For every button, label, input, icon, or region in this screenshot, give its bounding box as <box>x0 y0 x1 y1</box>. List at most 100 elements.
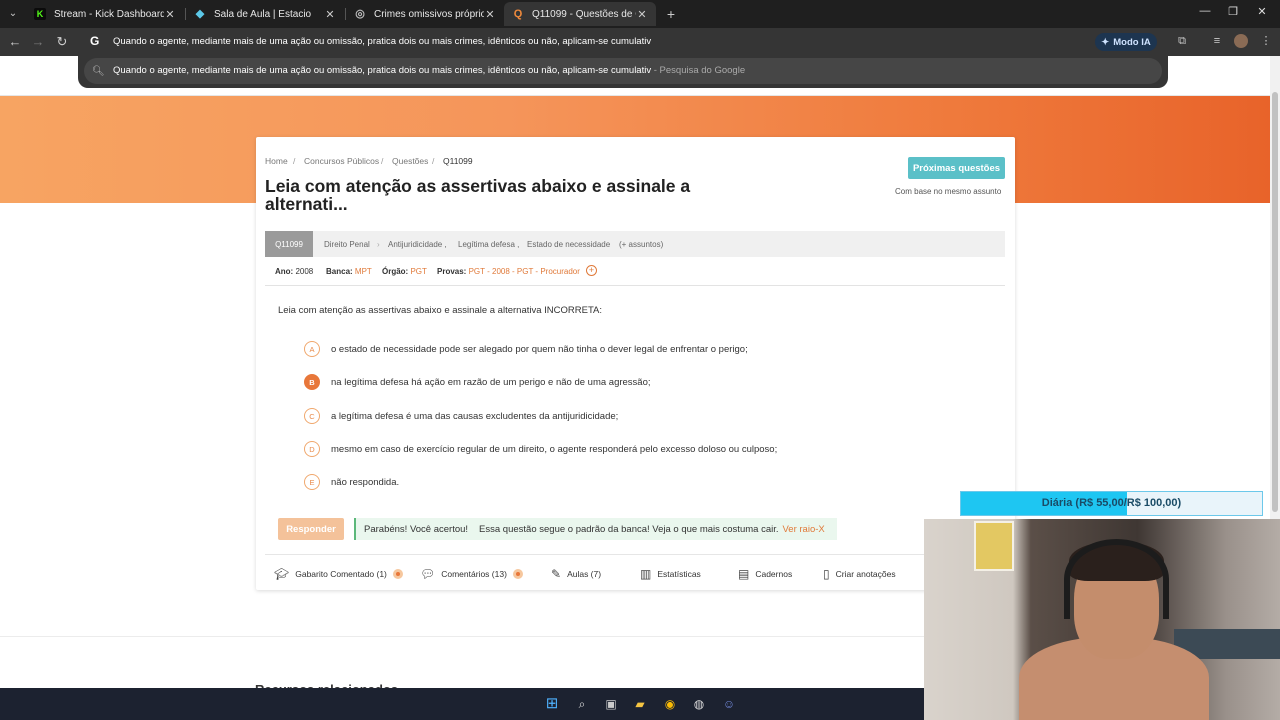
divider <box>265 285 1005 286</box>
raio-x-link[interactable]: Ver raio-X <box>783 524 825 535</box>
respond-button[interactable]: Responder <box>278 518 344 540</box>
breadcrumb-questoes[interactable]: Questões <box>392 156 428 166</box>
subject-direito-penal[interactable]: Direito Penal <box>324 240 370 249</box>
window-close-icon[interactable]: ✕ <box>1255 5 1269 18</box>
maximize-icon[interactable]: ❐ <box>1226 5 1240 18</box>
media-controls-icon[interactable]: ≡ <box>1210 34 1224 48</box>
menu-kebab-icon[interactable]: ⋮ <box>1259 34 1273 48</box>
omnibox-input[interactable]: Quando o agente, mediante mais de uma aç… <box>113 36 651 47</box>
task-view-icon[interactable]: ▣ <box>601 694 621 714</box>
tab-title: Crimes omissivos próprios <box>374 8 484 20</box>
success-feedback: Parabéns! Você acertou! Essa questão seg… <box>354 518 837 540</box>
meta-orgao: Órgão: PGT <box>382 267 427 276</box>
alternative-d-text[interactable]: mesmo em caso de exercício regular de um… <box>331 444 777 455</box>
add-circle-icon[interactable]: + <box>586 265 597 276</box>
provas-link[interactable]: PGT - 2008 - PGT - Procurador <box>469 267 580 276</box>
subject-legitima-defesa[interactable]: Legítima defesa , <box>458 240 519 249</box>
alternative-b-text[interactable]: na legítima defesa há ação em razão de u… <box>331 377 651 388</box>
globe-favicon-icon: ◎ <box>355 8 365 20</box>
breadcrumb-separator: / <box>432 156 435 166</box>
notification-dot-icon <box>512 569 523 579</box>
tab-label: Comentários (13) <box>441 569 507 579</box>
close-tab-icon[interactable]: ✕ <box>484 8 496 21</box>
meta-ano: Ano: 2008 <box>275 267 313 276</box>
close-tab-icon[interactable]: ✕ <box>164 8 176 21</box>
pencil-square-icon: ✎ <box>551 567 562 581</box>
tab-cadernos[interactable]: ▤ Cadernos <box>738 567 792 581</box>
minimize-icon[interactable]: — <box>1198 5 1212 17</box>
breadcrumb-home[interactable]: Home <box>265 156 288 166</box>
alternative-a-text[interactable]: o estado de necessidade pode ser alegado… <box>331 344 748 355</box>
reload-icon[interactable]: ↻ <box>53 33 71 51</box>
search-icon: 🔍︎ <box>92 66 105 77</box>
alternative-b-radio[interactable]: B <box>304 374 320 390</box>
forward-arrow-icon[interactable]: → <box>29 33 47 51</box>
kick-favicon-icon: K <box>34 8 46 20</box>
extensions-puzzle-icon[interactable]: ⧉ <box>1175 34 1189 48</box>
meta-provas: Provas: PGT - 2008 - PGT - Procurador <box>437 267 580 276</box>
alternative-e-radio[interactable]: E <box>304 474 320 490</box>
breadcrumb-current: Q11099 <box>443 156 473 166</box>
obs-icon[interactable]: ◍ <box>689 694 709 714</box>
alternative-c-radio[interactable]: C <box>304 408 320 424</box>
tab-label: Criar anotações <box>835 569 896 579</box>
tab-gabarito-comentado[interactable]: 🎓︎ Gabarito Comentado (1) <box>274 567 403 581</box>
windows-start-icon[interactable]: ⊞ <box>542 694 562 714</box>
close-tab-icon[interactable]: ✕ <box>324 8 336 21</box>
estacio-favicon-icon: ◆ <box>195 8 205 20</box>
qconcursos-favicon-icon: Q <box>513 8 523 20</box>
breadcrumb-concursos[interactable]: Concursos Públicos <box>304 156 379 166</box>
next-questions-button[interactable]: Próximas questões <box>908 157 1005 179</box>
tab-aulas[interactable]: ✎ Aulas (7) <box>551 567 601 581</box>
back-arrow-icon[interactable]: ← <box>6 33 24 51</box>
tab-label: Estatísticas <box>657 569 701 579</box>
taskbar-search-icon[interactable]: ⌕ <box>572 694 592 714</box>
tab-criar-anotacoes[interactable]: ▯ Criar anotações <box>823 567 896 581</box>
tab-kick-dashboard[interactable]: K Stream - Kick Dashboard ✕ <box>26 2 184 26</box>
bar-chart-icon: ▥ <box>640 567 652 581</box>
tab-q11099-active[interactable]: Q Q11099 - Questões de Concursos ✕ <box>504 2 656 26</box>
alternative-c-text[interactable]: a legítima defesa é uma das causas exclu… <box>331 411 618 422</box>
subject-antijuridicidade[interactable]: Antijuridicidade , <box>388 240 447 249</box>
meta-banca: Banca: MPT <box>326 267 372 276</box>
tab-title: Stream - Kick Dashboard <box>54 8 164 20</box>
new-tab-plus-icon[interactable]: + <box>664 5 678 23</box>
webcam-poster <box>974 521 1014 571</box>
subject-estado-necessidade[interactable]: Estado de necessidade <box>527 240 610 249</box>
tab-estatisticas[interactable]: ▥ Estatísticas <box>640 567 701 581</box>
site-header-strip <box>0 88 1270 96</box>
chat-bubbles-icon: 💬︎ <box>420 567 436 581</box>
banca-link[interactable]: MPT <box>355 267 372 276</box>
question-id-badge: Q11099 <box>265 231 313 257</box>
tab-title: Q11099 - Questões de Concursos <box>532 8 636 20</box>
profile-avatar[interactable] <box>1234 34 1248 48</box>
file-explorer-icon[interactable]: ▰ <box>630 694 650 714</box>
suggestion-text[interactable]: Quando o agente, mediante mais de uma aç… <box>113 65 745 76</box>
os-taskbar <box>0 688 924 720</box>
feedback-message: Essa questão segue o padrão da banca! Ve… <box>479 523 779 535</box>
graduation-cap-icon: 🎓︎ <box>274 567 290 581</box>
alternative-e-text[interactable]: não respondida. <box>331 477 399 488</box>
alternative-d-radio[interactable]: D <box>304 441 320 457</box>
tab-title: Sala de Aula | Estacio <box>214 8 312 20</box>
meta-label: Provas: <box>437 267 467 276</box>
discord-icon[interactable]: ☺ <box>719 694 739 714</box>
suggestion-engine: - Pesquisa do Google <box>651 65 746 76</box>
modo-ia-button[interactable]: ✦ Modo IA <box>1095 33 1157 51</box>
orgao-link[interactable]: PGT <box>410 267 426 276</box>
meta-label: Órgão: <box>382 267 409 276</box>
tab-sala-de-aula[interactable]: ◆ Sala de Aula | Estacio ✕ <box>186 2 344 26</box>
tab-search-chevron-icon[interactable]: ⌄ <box>4 5 22 23</box>
donation-goal-label: Diária (R$ 55,00/R$ 100,00) <box>1041 497 1182 509</box>
chevron-right-icon: › <box>377 240 380 249</box>
tab-crimes-omissivos[interactable]: ◎ Crimes omissivos próprios ✕ <box>346 2 504 26</box>
chrome-icon[interactable]: ◉ <box>660 694 680 714</box>
notification-dot-icon <box>392 569 403 579</box>
close-tab-icon[interactable]: ✕ <box>636 8 648 21</box>
scrollbar-thumb[interactable] <box>1272 92 1278 512</box>
breadcrumb-separator: / <box>381 156 384 166</box>
more-subjects-link[interactable]: (+ assuntos) <box>619 240 663 249</box>
alternative-a-radio[interactable]: A <box>304 341 320 357</box>
breadcrumb-separator: / <box>293 156 296 166</box>
tab-comentarios[interactable]: 💬︎ Comentários (13) <box>420 567 523 581</box>
